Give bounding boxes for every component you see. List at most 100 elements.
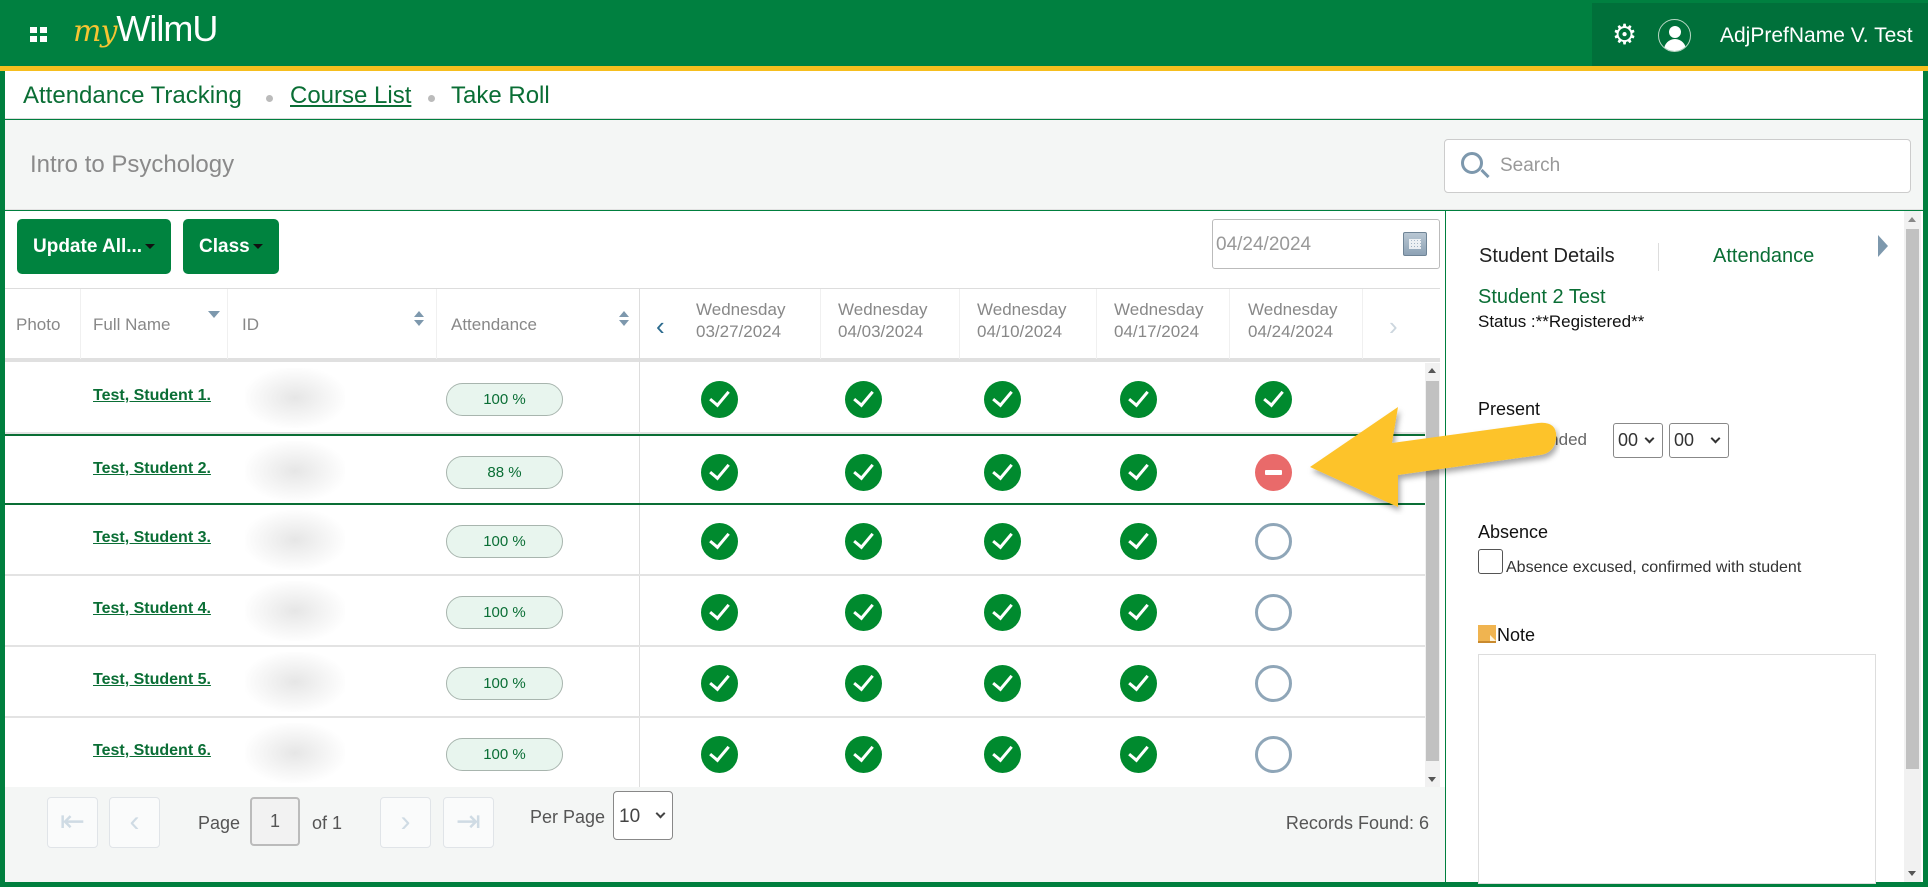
next-dates-button[interactable]: › — [1389, 311, 1398, 342]
present-check-icon[interactable] — [984, 381, 1021, 418]
unmarked-circle-icon[interactable] — [1255, 736, 1292, 773]
column-date-4: Wednesday 04/17/2024 — [1097, 289, 1230, 359]
present-check-icon[interactable] — [701, 523, 738, 560]
student-row[interactable]: Test, Student 5. 100 % — [5, 647, 1425, 718]
hours-select[interactable]: 00 — [1613, 423, 1663, 458]
present-check-icon[interactable] — [701, 594, 738, 631]
user-name[interactable]: AdjPrefName V. Test — [1720, 24, 1913, 48]
column-date-2: Wednesday 04/03/2024 — [821, 289, 960, 359]
attendance-percent-badge: 100 % — [446, 667, 563, 700]
student-row[interactable]: Test, Student 6. 100 % — [5, 718, 1425, 787]
search-input[interactable] — [1500, 150, 1890, 182]
student-name-link[interactable]: Test, Student 1. — [93, 387, 211, 405]
student-name-link[interactable]: Test, Student 6. — [93, 742, 211, 760]
app-window: myWilmU ⚙ AdjPrefName V. Test Attendance… — [0, 0, 1928, 887]
column-full-name[interactable]: Full Name — [81, 289, 228, 359]
present-check-icon[interactable] — [984, 736, 1021, 773]
student-name-link[interactable]: Test, Student 5. — [93, 671, 211, 689]
date-value[interactable]: 04/24/2024 — [1216, 234, 1311, 256]
scrollbar-thumb[interactable] — [1906, 229, 1919, 769]
absence-excused-checkbox[interactable] — [1478, 549, 1503, 574]
present-check-icon[interactable] — [1255, 381, 1292, 418]
present-check-icon[interactable] — [701, 736, 738, 773]
chevron-down-icon — [655, 808, 666, 819]
tab-attendance[interactable]: Attendance — [1713, 245, 1814, 268]
user-avatar-icon[interactable] — [1658, 19, 1691, 52]
table-scrollbar[interactable] — [1425, 363, 1440, 787]
absent-minus-icon[interactable] — [1255, 454, 1292, 491]
present-check-icon[interactable] — [984, 454, 1021, 491]
column-id[interactable]: ID — [228, 289, 437, 359]
class-button[interactable]: Class — [183, 219, 279, 274]
present-check-icon[interactable] — [701, 381, 738, 418]
panel-scrollbar[interactable] — [1904, 211, 1921, 882]
present-check-icon[interactable] — [1120, 736, 1157, 773]
present-check-icon[interactable] — [845, 454, 882, 491]
caret-down-icon — [145, 244, 156, 250]
present-check-icon[interactable] — [845, 381, 882, 418]
student-name-link[interactable]: Test, Student 2. — [93, 460, 211, 478]
breadcrumb-course-list-link[interactable]: Course List — [290, 82, 411, 110]
next-tab-icon[interactable] — [1878, 235, 1888, 257]
present-heading: Present — [1478, 399, 1541, 419]
previous-dates-button[interactable]: ‹ — [656, 311, 665, 342]
breadcrumb-attendance-tracking: Attendance Tracking — [23, 82, 242, 109]
student-row[interactable]: Test, Student 3. 100 % — [5, 505, 1425, 576]
present-check-icon[interactable] — [984, 523, 1021, 560]
scroll-down-icon[interactable] — [1428, 777, 1436, 782]
first-page-button[interactable]: ⇤ — [47, 797, 98, 848]
breadcrumb-take-roll: Take Roll — [451, 82, 550, 109]
present-check-icon[interactable] — [845, 594, 882, 631]
unmarked-circle-icon[interactable] — [1255, 523, 1292, 560]
tab-student-details[interactable]: Student Details — [1479, 245, 1615, 268]
present-check-icon[interactable] — [701, 665, 738, 702]
attendance-percent-badge: 100 % — [446, 525, 563, 558]
date-picker[interactable]: 04/24/2024 — [1212, 219, 1440, 269]
present-check-icon[interactable] — [984, 665, 1021, 702]
present-check-icon[interactable] — [845, 523, 882, 560]
note-textarea[interactable] — [1478, 654, 1876, 884]
scroll-up-icon[interactable] — [1908, 217, 1916, 222]
present-check-icon[interactable] — [1120, 454, 1157, 491]
unmarked-circle-icon[interactable] — [1255, 665, 1292, 702]
present-check-icon[interactable] — [1120, 594, 1157, 631]
table-header: Photo Full Name ID Attendance ‹ Wednesda… — [5, 288, 1440, 362]
pagination-bar: ⇤ ‹ Page 1 of 1 › ⇥ Per Page 10 Records … — [5, 787, 1445, 882]
column-date-3: Wednesday 04/10/2024 — [960, 289, 1097, 359]
column-attendance[interactable]: Attendance — [437, 289, 640, 359]
present-check-icon[interactable] — [845, 736, 882, 773]
scroll-down-icon[interactable] — [1908, 871, 1916, 876]
student-name-link[interactable]: Test, Student 3. — [93, 529, 211, 547]
absence-heading: Absence — [1478, 522, 1549, 542]
update-all-button[interactable]: Update All... — [17, 219, 172, 274]
present-check-icon[interactable] — [1120, 381, 1157, 418]
course-header: Intro to Psychology — [5, 120, 1923, 210]
column-date-1: Wednesday 03/27/2024 — [681, 289, 821, 359]
mywilmu-logo[interactable]: myWilmU — [73, 8, 218, 50]
student-name-link[interactable]: Test, Student 4. — [93, 600, 211, 618]
present-check-icon[interactable] — [984, 594, 1021, 631]
calendar-icon[interactable] — [1403, 232, 1427, 256]
attendance-percent-badge: 88 % — [446, 456, 563, 489]
present-check-icon[interactable] — [845, 665, 882, 702]
present-check-icon[interactable] — [1120, 523, 1157, 560]
scroll-up-icon[interactable] — [1428, 368, 1436, 373]
student-row[interactable]: Test, Student 1. 100 % — [5, 363, 1425, 434]
previous-page-button[interactable]: ‹ — [109, 797, 160, 848]
next-page-button[interactable]: › — [380, 797, 431, 848]
student-row[interactable]: Test, Student 2. 88 % — [5, 434, 1425, 505]
present-check-icon[interactable] — [701, 454, 738, 491]
last-page-button[interactable]: ⇥ — [443, 797, 494, 848]
student-row[interactable]: Test, Student 4. 100 % — [5, 576, 1425, 647]
column-photo: Photo — [5, 289, 81, 359]
page-number-input[interactable]: 1 — [250, 797, 300, 846]
gear-icon[interactable]: ⚙ — [1612, 21, 1640, 49]
minutes-select[interactable]: 00 — [1669, 423, 1729, 458]
attendance-percent-badge: 100 % — [446, 738, 563, 771]
apps-grid-icon[interactable] — [30, 27, 48, 43]
course-title: Intro to Psychology — [30, 151, 235, 178]
scrollbar-thumb[interactable] — [1426, 381, 1439, 761]
present-check-icon[interactable] — [1120, 665, 1157, 702]
per-page-select[interactable]: 10 — [613, 791, 673, 840]
unmarked-circle-icon[interactable] — [1255, 594, 1292, 631]
